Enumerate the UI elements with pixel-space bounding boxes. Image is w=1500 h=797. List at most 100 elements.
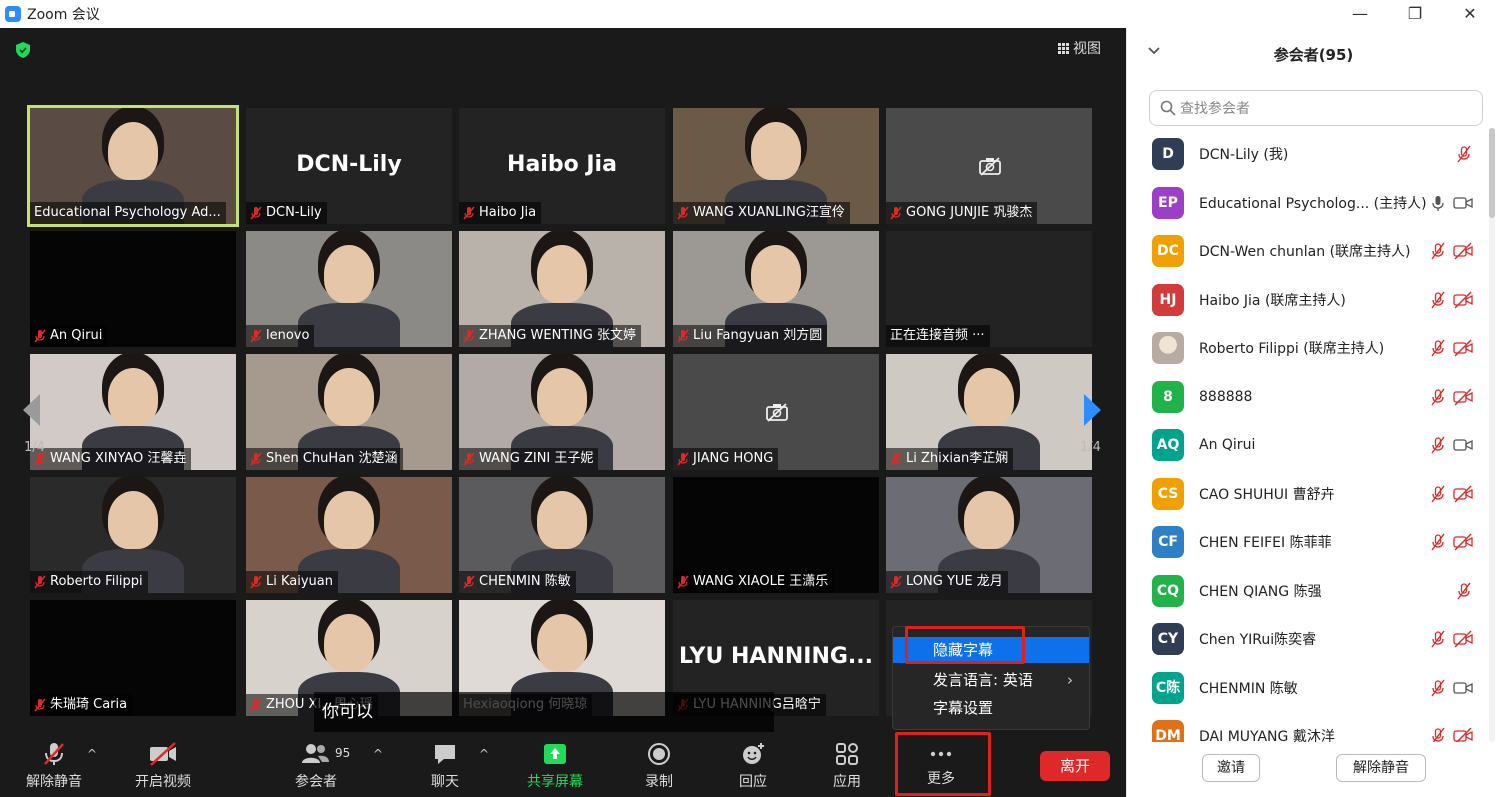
video-tile[interactable]: Liu Fangyuan 刘方圆 <box>673 231 879 347</box>
video-tile[interactable]: Shen ChuHan 沈楚涵 <box>246 354 452 470</box>
video-tile[interactable]: Li Zhixian李芷娴 <box>886 354 1092 470</box>
view-button[interactable]: 视图 <box>1058 38 1101 58</box>
participant-name: CAO SHUHUI 曹舒卉 <box>1199 486 1335 503</box>
unmute-button[interactable]: 解除静音 <box>22 735 86 797</box>
video-tile[interactable]: WANG XUANLING汪宣伶 <box>673 108 879 224</box>
reactions-button[interactable]: 回应 <box>730 735 776 797</box>
microphone-muted-icon[interactable] <box>1429 242 1447 260</box>
video-tile[interactable]: WANG XIAOLE 王潇乐 <box>673 477 879 593</box>
video-camera-icon[interactable] <box>1453 436 1473 454</box>
participant-list-scrollbar[interactable] <box>1489 128 1495 218</box>
close-button[interactable]: ✕ <box>1448 2 1492 26</box>
microphone-icon[interactable] <box>1429 194 1447 212</box>
participant-display-name: DCN-Lily <box>296 152 402 177</box>
microphone-muted-icon[interactable] <box>1429 339 1447 357</box>
invite-button[interactable]: 邀请 <box>1202 754 1260 782</box>
participant-row[interactable]: CY Chen YIRui陈奕睿 <box>1127 615 1487 663</box>
video-camera-off-icon[interactable] <box>1453 242 1473 260</box>
tile-name-text: 朱瑞琦 Caria <box>50 697 128 712</box>
video-tile[interactable]: LONG YUE 龙月 <box>886 477 1092 593</box>
chevron-right-icon: › <box>1067 671 1073 689</box>
record-button[interactable]: 录制 <box>636 735 682 797</box>
video-tile[interactable]: 朱瑞琦 Caria <box>30 600 236 716</box>
participant-row[interactable]: CS CAO SHUHUI 曹舒卉 <box>1127 470 1487 518</box>
video-camera-icon[interactable] <box>1453 679 1473 697</box>
video-tile[interactable]: Haibo Jia Haibo Jia <box>459 108 665 224</box>
video-camera-off-icon[interactable] <box>1453 291 1473 309</box>
microphone-muted-icon[interactable] <box>1429 485 1447 503</box>
leave-button[interactable]: 离开 <box>1040 751 1110 781</box>
participant-video-face <box>324 614 374 672</box>
video-tile[interactable]: JIANG HONG <box>673 354 879 470</box>
participants-button[interactable]: 参会者 <box>288 735 344 797</box>
minimize-button[interactable]: — <box>1338 2 1382 26</box>
participants-caret-icon[interactable]: ^ <box>373 747 383 761</box>
speaking-language-menu-item[interactable]: 发言语言: 英语 › <box>893 667 1089 693</box>
participant-list-scroll-track[interactable] <box>1489 128 1495 742</box>
video-tile[interactable]: Educational Psychology Ad... <box>27 105 239 227</box>
participant-row[interactable]: Roberto Filippi (联席主持人) <box>1127 324 1487 372</box>
participant-row[interactable]: C陈 CHENMIN 陈敏 <box>1127 664 1487 712</box>
unmute-all-button[interactable]: 解除静音 <box>1336 754 1426 782</box>
participant-display-name: Haibo Jia <box>507 152 617 177</box>
video-tile[interactable]: CHENMIN 陈敏 <box>459 477 665 593</box>
participant-row[interactable]: EP Educational Psycholog... (主持人) <box>1127 179 1487 227</box>
chat-icon <box>435 745 455 764</box>
microphone-muted-icon[interactable] <box>1455 582 1473 600</box>
microphone-muted-icon[interactable] <box>1429 436 1447 454</box>
next-page-arrow-icon[interactable] <box>1082 392 1104 428</box>
microphone-muted-icon[interactable] <box>1429 388 1447 406</box>
microphone-muted-icon[interactable] <box>1429 679 1447 697</box>
video-camera-off-icon[interactable] <box>1453 485 1473 503</box>
avatar: C陈 <box>1152 671 1184 704</box>
microphone-muted-icon[interactable] <box>1429 727 1447 742</box>
chat-button[interactable]: 聊天 <box>420 735 470 797</box>
participant-row[interactable]: DM DAI MUYANG 戴沐洋 <box>1127 712 1487 742</box>
video-tile[interactable]: Roberto Filippi <box>30 477 236 593</box>
participant-name: DAI MUYANG 戴沐洋 <box>1199 729 1335 742</box>
video-tile[interactable]: GONG JUNJIE 巩骏杰 <box>886 108 1092 224</box>
video-camera-off-icon[interactable] <box>1453 630 1473 648</box>
video-tile[interactable]: 正在连接音频 ··· <box>886 231 1092 347</box>
tile-name-text: GONG JUNJIE 巩骏杰 <box>906 205 1033 220</box>
participant-name: Haibo Jia (联席主持人) <box>1199 292 1346 309</box>
video-tile[interactable]: An Qirui <box>30 231 236 347</box>
participant-row[interactable]: AQ An Qirui <box>1127 421 1487 469</box>
microphone-muted-icon[interactable] <box>1429 630 1447 648</box>
maximize-button[interactable]: ❐ <box>1393 2 1437 26</box>
caption-settings-menu-item[interactable]: 字幕设置 <box>893 695 1089 721</box>
video-camera-icon[interactable] <box>1453 194 1473 212</box>
video-tile[interactable]: ZHANG WENTING 张文婷 <box>459 231 665 347</box>
tile-name-text: DCN-Lily <box>266 205 322 220</box>
microphone-muted-icon[interactable] <box>1455 145 1473 163</box>
participant-row[interactable]: CF CHEN FEIFEI 陈菲菲 <box>1127 518 1487 566</box>
video-camera-off-icon[interactable] <box>1453 533 1473 551</box>
microphone-muted-icon[interactable] <box>1429 533 1447 551</box>
video-tile[interactable]: DCN-Lily DCN-Lily <box>246 108 452 224</box>
mic-muted-icon <box>34 575 46 589</box>
participant-row[interactable]: D DCN-Lily (我) <box>1127 130 1487 178</box>
participant-row[interactable]: CQ CHEN QIANG 陈强 <box>1127 567 1487 615</box>
start-video-button[interactable]: 开启视频 <box>130 735 196 797</box>
participant-search-input[interactable]: 查找参会者 <box>1149 90 1483 126</box>
tile-name-text: Roberto Filippi <box>50 574 143 589</box>
participant-name: DCN-Lily (我) <box>1199 147 1289 163</box>
avatar: CF <box>1152 526 1184 558</box>
video-tile[interactable]: WANG XINYAO 汪馨垚 <box>30 354 236 470</box>
video-camera-off-icon[interactable] <box>1453 388 1473 406</box>
video-tile[interactable]: WANG ZINI 王子妮 <box>459 354 665 470</box>
apps-button[interactable]: 应用 <box>824 735 870 797</box>
video-camera-off-icon[interactable] <box>1453 727 1473 742</box>
video-tile[interactable]: Li Kaiyuan <box>246 477 452 593</box>
microphone-muted-icon[interactable] <box>1429 291 1447 309</box>
video-camera-off-icon[interactable] <box>1453 339 1473 357</box>
audio-options-caret-icon[interactable]: ^ <box>87 747 97 761</box>
share-screen-button[interactable]: 共享屏幕 <box>522 735 588 797</box>
video-tile[interactable]: lenovo <box>246 231 452 347</box>
chat-caret-icon[interactable]: ^ <box>479 747 489 761</box>
participant-row[interactable]: HJ Haibo Jia (联席主持人) <box>1127 276 1487 324</box>
participant-row[interactable]: DC DCN-Wen chunlan (联席主持人) <box>1127 227 1487 275</box>
previous-page-arrow-icon[interactable] <box>20 392 42 428</box>
participant-row[interactable]: 8 888888 <box>1127 373 1487 421</box>
tile-name-text: CHENMIN 陈敏 <box>479 574 571 589</box>
